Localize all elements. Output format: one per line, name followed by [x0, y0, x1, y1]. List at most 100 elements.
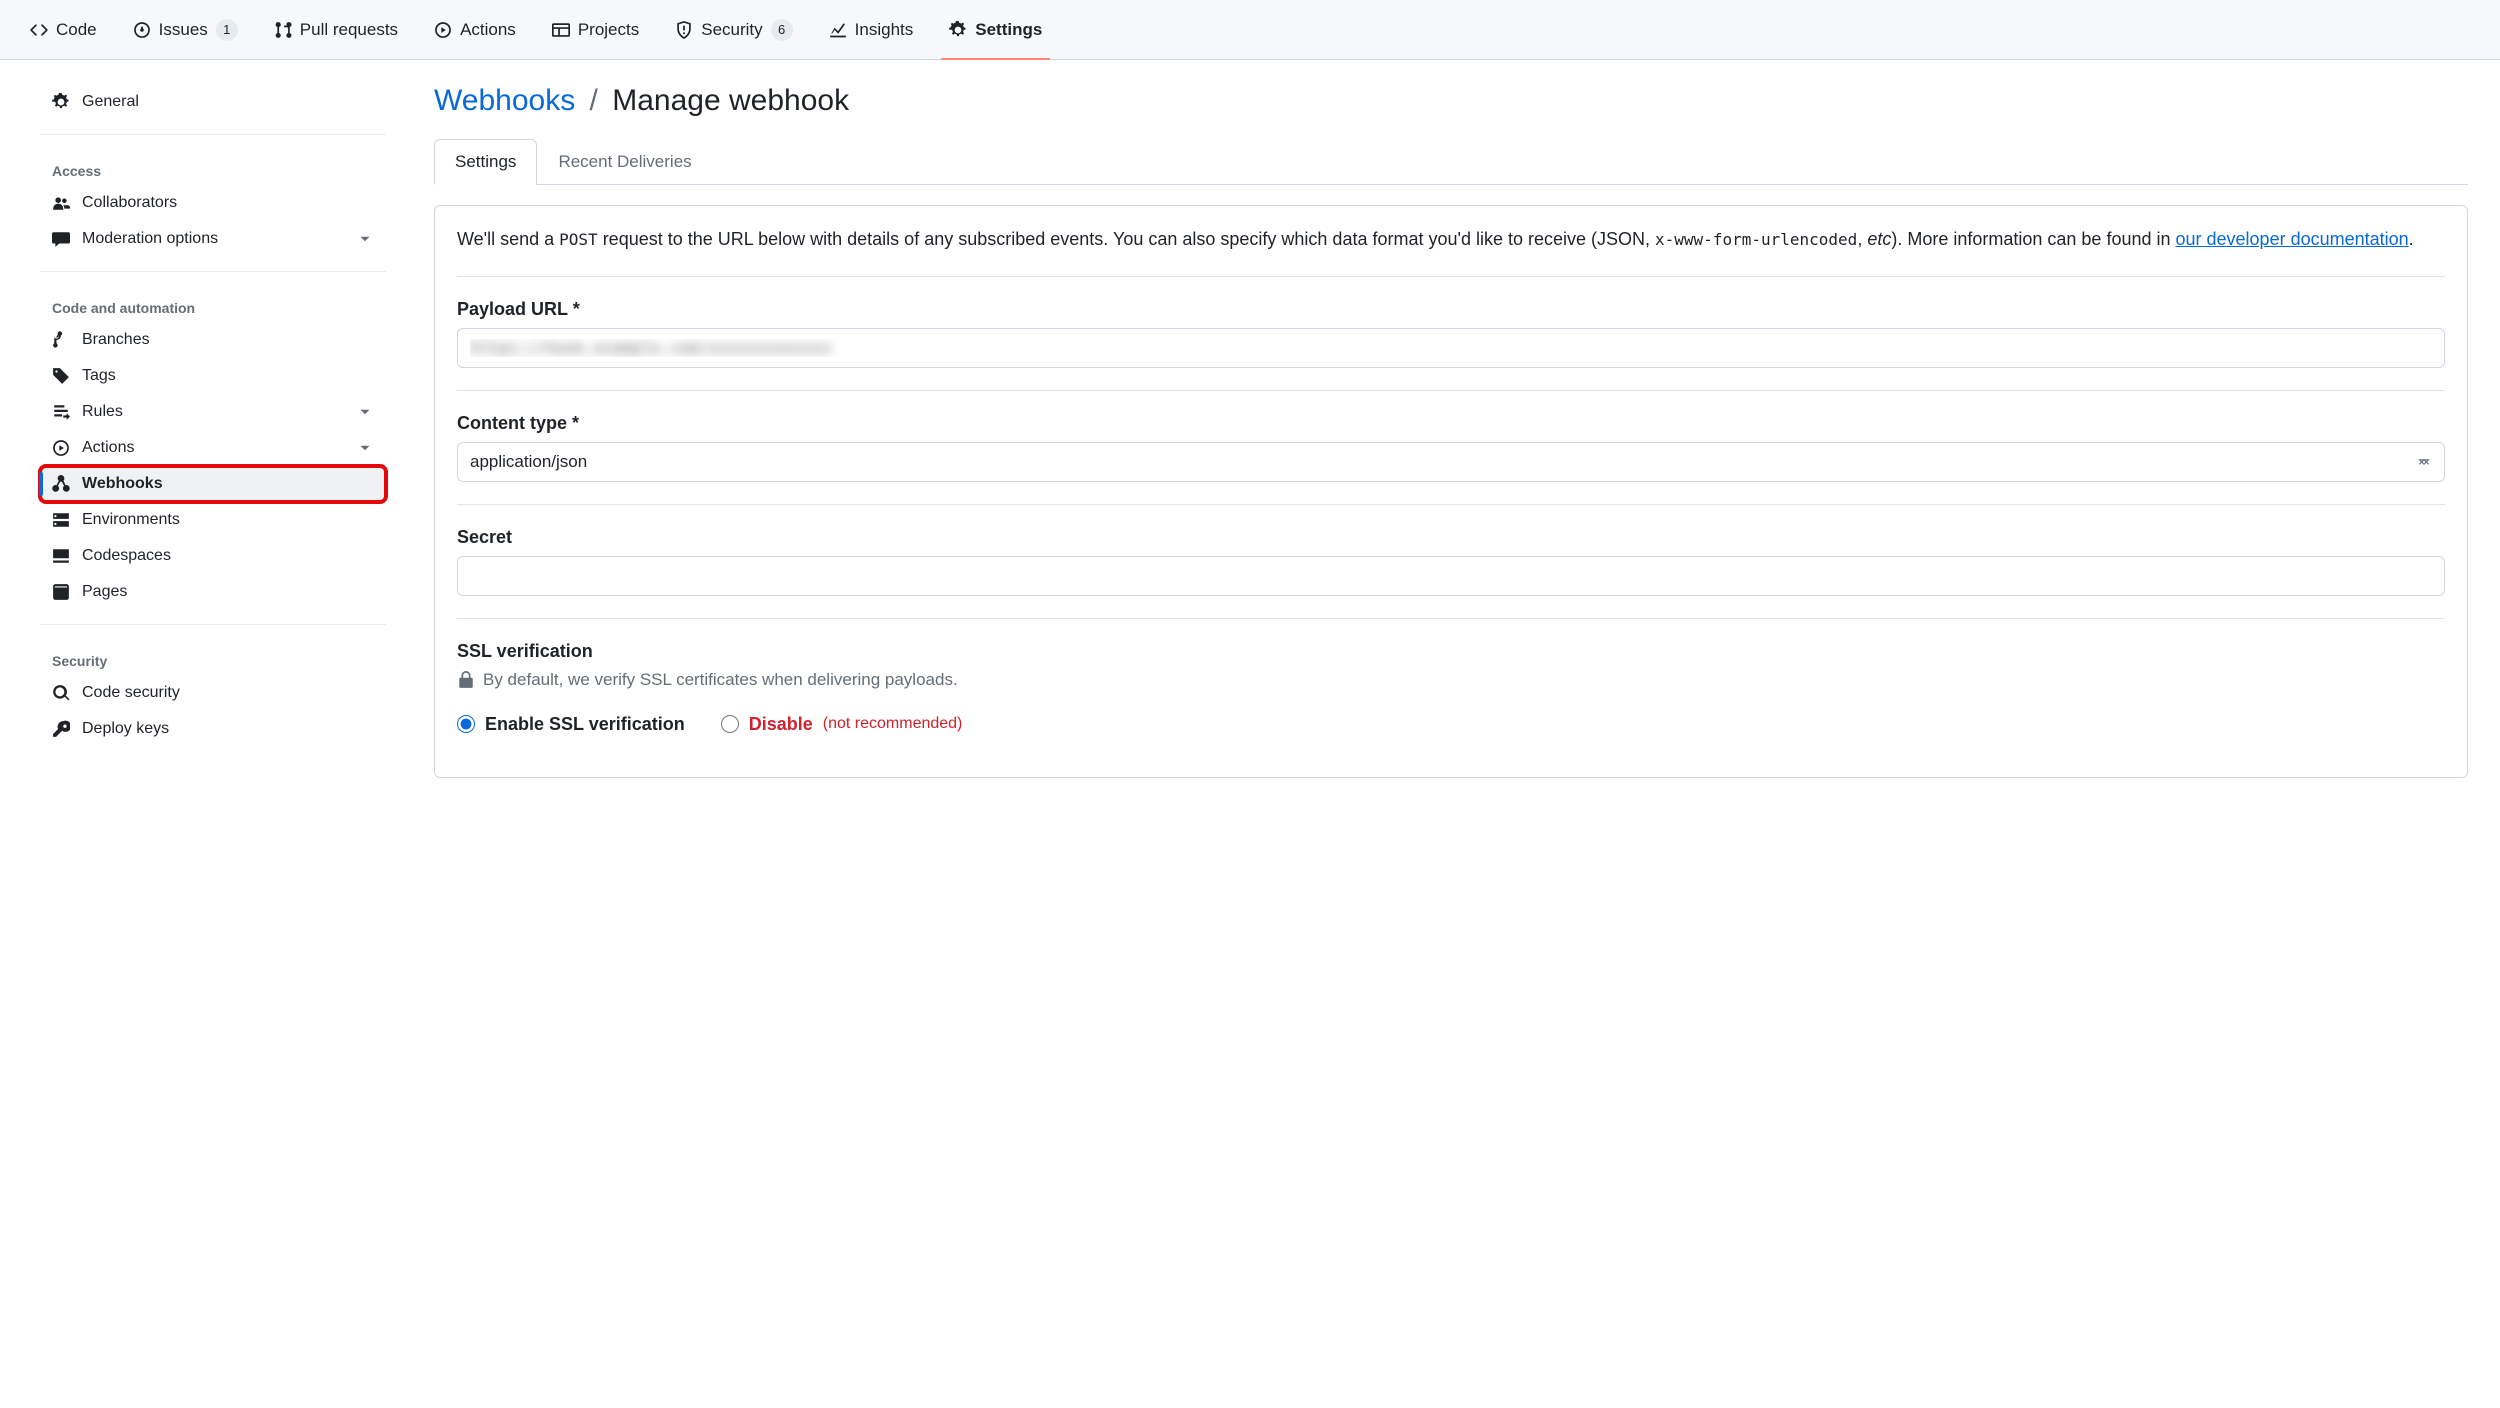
branch-icon: [52, 331, 70, 349]
breadcrumb-current: Manage webhook: [612, 84, 849, 117]
ssl-enable-option[interactable]: Enable SSL verification: [457, 714, 685, 735]
sidebar-section-access: Access: [40, 149, 386, 185]
nav-issues[interactable]: Issues 1: [119, 0, 252, 60]
browser-icon: [52, 583, 70, 601]
gear-icon: [949, 21, 967, 39]
sidebar-item-label: Webhooks: [82, 475, 163, 493]
breadcrumb-root[interactable]: Webhooks: [434, 84, 575, 117]
rules-icon: [52, 403, 70, 421]
nav-projects[interactable]: Projects: [538, 0, 653, 60]
ssl-enable-radio[interactable]: [457, 715, 475, 733]
settings-sidebar: General Access Collaborators Moderation …: [0, 60, 410, 802]
intro-text: We'll send a POST request to the URL bel…: [457, 226, 2445, 277]
codespaces-icon: [52, 547, 70, 565]
code-icon: [30, 21, 48, 39]
main-content: Webhooks / Manage webhook Settings Recen…: [410, 60, 2500, 802]
sidebar-item-branches[interactable]: Branches: [40, 322, 386, 358]
pull-request-icon: [274, 21, 292, 39]
sidebar-item-label: Code security: [82, 684, 180, 702]
security-count-badge: 6: [771, 19, 793, 41]
sidebar-item-code-security[interactable]: Code security: [40, 675, 386, 711]
webhook-icon: [52, 475, 70, 493]
nav-projects-label: Projects: [578, 20, 639, 40]
ssl-disable-label: Disable: [749, 714, 813, 735]
repo-top-nav: Code Issues 1 Pull requests Actions Proj…: [0, 0, 2500, 60]
sidebar-item-general[interactable]: General: [40, 84, 386, 120]
nav-pull-requests[interactable]: Pull requests: [260, 0, 412, 60]
divider: [40, 134, 386, 135]
sidebar-item-pages[interactable]: Pages: [40, 574, 386, 610]
lock-icon: [457, 671, 475, 689]
issues-icon: [133, 21, 151, 39]
nav-actions[interactable]: Actions: [420, 0, 530, 60]
nav-insights[interactable]: Insights: [815, 0, 928, 60]
payload-url-input[interactable]: [457, 328, 2445, 368]
divider: [40, 271, 386, 272]
ssl-disable-radio[interactable]: [721, 715, 739, 733]
chevron-down-icon: [356, 230, 374, 248]
field-content-type: Content type * application/json: [457, 413, 2445, 505]
sidebar-section-code-auto: Code and automation: [40, 286, 386, 322]
field-ssl-verification: SSL verification By default, we verify S…: [457, 641, 2445, 735]
code-scan-icon: [52, 684, 70, 702]
sidebar-item-label: Collaborators: [82, 194, 177, 212]
sidebar-item-label: Actions: [82, 439, 134, 457]
payload-url-label: Payload URL *: [457, 299, 2445, 320]
nav-settings[interactable]: Settings: [935, 0, 1056, 60]
sidebar-item-collaborators[interactable]: Collaborators: [40, 185, 386, 221]
ssl-sub-text: By default, we verify SSL certificates w…: [483, 670, 958, 690]
sidebar-item-label: Rules: [82, 403, 123, 421]
nav-issues-label: Issues: [159, 20, 208, 40]
nav-security-label: Security: [701, 20, 762, 40]
secret-input[interactable]: [457, 556, 2445, 596]
divider: [40, 624, 386, 625]
sidebar-item-codespaces[interactable]: Codespaces: [40, 538, 386, 574]
webhook-tabs: Settings Recent Deliveries: [434, 138, 2468, 185]
sidebar-item-label: Environments: [82, 511, 180, 529]
nav-insights-label: Insights: [855, 20, 914, 40]
nav-code-label: Code: [56, 20, 97, 40]
ssl-enable-label: Enable SSL verification: [485, 714, 685, 735]
sidebar-item-label: Codespaces: [82, 547, 171, 565]
people-icon: [52, 194, 70, 212]
graph-icon: [829, 21, 847, 39]
sidebar-item-label: Tags: [82, 367, 116, 385]
field-payload-url: Payload URL *: [457, 299, 2445, 391]
nav-security[interactable]: Security 6: [661, 0, 806, 60]
content-type-select[interactable]: application/json: [457, 442, 2445, 482]
tag-icon: [52, 367, 70, 385]
code-encoding: x-www-form-urlencoded: [1655, 230, 1857, 249]
issues-count-badge: 1: [216, 19, 238, 41]
tab-recent-deliveries[interactable]: Recent Deliveries: [537, 139, 712, 185]
sidebar-item-label: General: [82, 93, 139, 111]
field-secret: Secret: [457, 527, 2445, 619]
sidebar-item-actions[interactable]: Actions: [40, 430, 386, 466]
chevron-down-icon: [356, 439, 374, 457]
play-circle-icon: [434, 21, 452, 39]
sidebar-item-label: Branches: [82, 331, 150, 349]
code-post: POST: [559, 230, 598, 249]
sidebar-item-rules[interactable]: Rules: [40, 394, 386, 430]
developer-docs-link[interactable]: our developer documentation: [2176, 229, 2409, 249]
nav-code[interactable]: Code: [16, 0, 111, 60]
sidebar-item-tags[interactable]: Tags: [40, 358, 386, 394]
breadcrumb: Webhooks / Manage webhook: [434, 84, 2468, 118]
sidebar-item-label: Pages: [82, 583, 127, 601]
tab-settings[interactable]: Settings: [434, 139, 537, 185]
ssl-verification-title: SSL verification: [457, 641, 2445, 662]
ssl-disable-option[interactable]: Disable (not recommended): [721, 714, 963, 735]
sidebar-item-deploy-keys[interactable]: Deploy keys: [40, 711, 386, 747]
ssl-not-recommended: (not recommended): [823, 715, 963, 733]
sidebar-item-environments[interactable]: Environments: [40, 502, 386, 538]
sidebar-item-webhooks[interactable]: Webhooks: [40, 466, 386, 502]
sidebar-item-moderation[interactable]: Moderation options: [40, 221, 386, 257]
webhook-settings-panel: We'll send a POST request to the URL bel…: [434, 205, 2468, 778]
shield-icon: [675, 21, 693, 39]
key-icon: [52, 720, 70, 738]
breadcrumb-separator: /: [590, 84, 598, 117]
secret-label: Secret: [457, 527, 2445, 548]
sidebar-item-label: Deploy keys: [82, 720, 169, 738]
nav-pulls-label: Pull requests: [300, 20, 398, 40]
table-icon: [552, 21, 570, 39]
sidebar-item-label: Moderation options: [82, 230, 218, 248]
